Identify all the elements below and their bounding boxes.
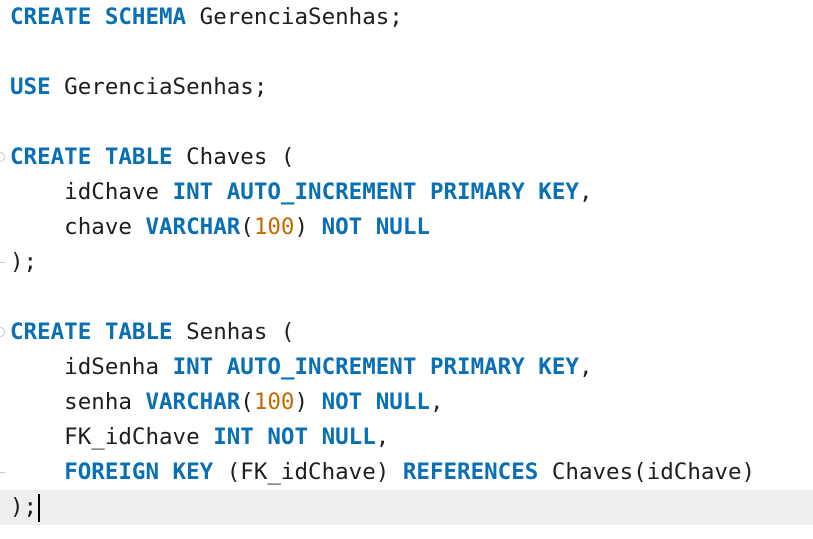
code-line[interactable]: idChave INT AUTO_INCREMENT PRIMARY KEY, (0, 175, 813, 210)
code-line-text: idSenha INT AUTO_INCREMENT PRIMARY KEY, (10, 350, 593, 385)
sql-text: ); (10, 249, 38, 275)
code-line-text: chave VARCHAR(100) NOT NULL (10, 210, 430, 245)
code-line[interactable]: ); (0, 245, 813, 280)
sql-keyword: REFERENCES (402, 459, 539, 485)
fold-toggle-icon[interactable] (0, 327, 5, 337)
sql-keyword: INT AUTO_INCREMENT PRIMARY KEY (172, 354, 579, 380)
sql-text: , (578, 354, 593, 380)
sql-keyword: VARCHAR (145, 389, 241, 415)
code-line[interactable]: ); (0, 490, 813, 525)
sql-text: idChave (10, 179, 173, 205)
sql-text: Senhas ( (172, 319, 295, 345)
sql-text: , (375, 424, 390, 450)
fold-toggle-icon[interactable] (0, 152, 5, 162)
code-editor[interactable]: CREATE SCHEMA GerenciaSenhas; USE Gerenci… (0, 0, 813, 539)
code-line-text: CREATE TABLE Chaves ( (10, 140, 294, 175)
code-line[interactable]: FOREIGN KEY (FK_idChave) REFERENCES Chav… (0, 455, 813, 490)
sql-text: ); (10, 494, 38, 520)
sql-text: Chaves ( (172, 144, 295, 170)
code-line[interactable]: FK_idChave INT NOT NULL, (0, 420, 813, 455)
sql-keyword: INT AUTO_INCREMENT PRIMARY KEY (172, 179, 579, 205)
sql-keyword: CREATE TABLE (10, 144, 173, 170)
sql-text: ) (294, 214, 322, 240)
sql-text: senha (10, 389, 146, 415)
code-line-text: senha VARCHAR(100) NOT NULL, (10, 385, 444, 420)
sql-keyword: VARCHAR (145, 214, 241, 240)
code-line[interactable]: senha VARCHAR(100) NOT NULL, (0, 385, 813, 420)
sql-text: ) (294, 389, 322, 415)
code-line[interactable] (0, 280, 813, 315)
code-line-text: USE GerenciaSenhas; (10, 70, 267, 105)
sql-keyword: USE (10, 74, 51, 100)
fold-end-marker (0, 472, 5, 473)
code-line[interactable]: CREATE TABLE Chaves ( (0, 140, 813, 175)
sql-number: 100 (253, 389, 295, 415)
fold-end-marker (0, 262, 5, 263)
code-line-text: ); (10, 245, 37, 280)
sql-text: idSenha (10, 354, 173, 380)
sql-text: GerenciaSenhas; (50, 74, 268, 100)
sql-text: ( (240, 214, 254, 240)
text-caret (38, 493, 41, 522)
sql-keyword: INT NOT NULL (213, 424, 376, 450)
code-line[interactable]: chave VARCHAR(100) NOT NULL (0, 210, 813, 245)
sql-text: , (578, 179, 593, 205)
sql-text: (FK_idChave) (213, 459, 403, 485)
code-line[interactable]: idSenha INT AUTO_INCREMENT PRIMARY KEY, (0, 350, 813, 385)
sql-number: 100 (253, 214, 295, 240)
code-line[interactable]: CREATE TABLE Senhas ( (0, 315, 813, 350)
code-line[interactable] (0, 35, 813, 70)
sql-keyword: CREATE SCHEMA (10, 4, 187, 30)
sql-keyword: NOT NULL (321, 389, 430, 415)
code-line-text: FK_idChave INT NOT NULL, (10, 420, 389, 455)
code-line-text: CREATE SCHEMA GerenciaSenhas; (10, 0, 403, 35)
sql-keyword: NOT NULL (321, 214, 430, 240)
code-line[interactable] (0, 105, 813, 140)
code-line-text: idChave INT AUTO_INCREMENT PRIMARY KEY, (10, 175, 593, 210)
code-line[interactable]: CREATE SCHEMA GerenciaSenhas; (0, 0, 813, 35)
sql-text: ( (240, 389, 254, 415)
code-line[interactable]: USE GerenciaSenhas; (0, 70, 813, 105)
sql-keyword: FOREIGN KEY (64, 459, 214, 485)
code-line-text: FOREIGN KEY (FK_idChave) REFERENCES Chav… (10, 455, 755, 490)
sql-text: FK_idChave (10, 424, 214, 450)
sql-keyword: CREATE TABLE (10, 319, 173, 345)
sql-text: chave (10, 214, 146, 240)
sql-text: , (429, 389, 444, 415)
sql-text: Chaves(idChave) (538, 459, 756, 485)
sql-text: GerenciaSenhas; (186, 4, 403, 30)
code-line-text: CREATE TABLE Senhas ( (10, 315, 294, 350)
code-line-text: ); (10, 490, 41, 525)
